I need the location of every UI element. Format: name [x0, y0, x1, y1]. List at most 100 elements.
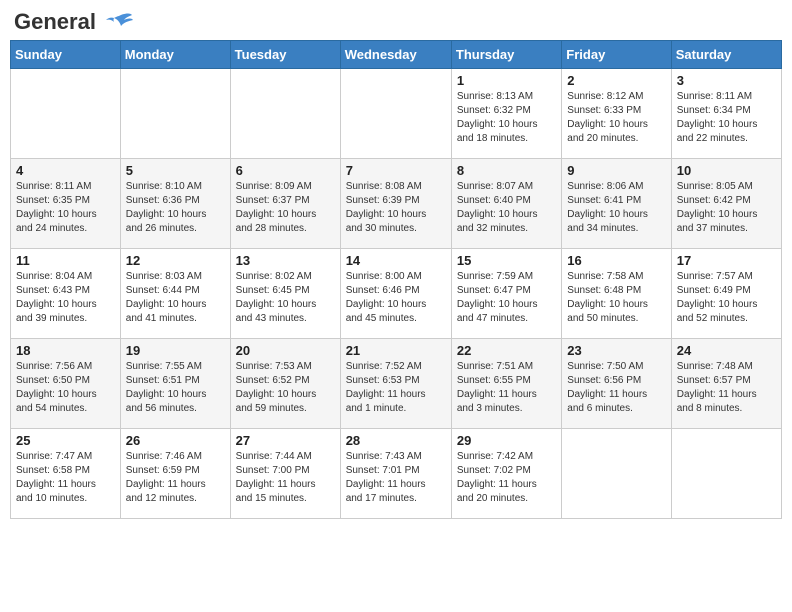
day-number: 15 — [457, 253, 556, 268]
day-info: Sunrise: 7:56 AM Sunset: 6:50 PM Dayligh… — [16, 360, 115, 416]
day-number: 2 — [567, 73, 665, 88]
day-number: 25 — [16, 433, 115, 448]
calendar-week-1: 1 Sunrise: 8:13 AM Sunset: 6:32 PM Daylig… — [11, 69, 782, 159]
day-number: 11 — [16, 253, 115, 268]
day-number: 29 — [457, 433, 556, 448]
calendar-cell: 27 Sunrise: 7:44 AM Sunset: 7:00 PM Dayli… — [230, 429, 340, 519]
day-number: 4 — [16, 163, 115, 178]
day-number: 26 — [126, 433, 225, 448]
day-info: Sunrise: 7:51 AM Sunset: 6:55 PM Dayligh… — [457, 360, 556, 416]
calendar-cell: 23 Sunrise: 7:50 AM Sunset: 6:56 PM Dayli… — [562, 339, 671, 429]
day-number: 24 — [677, 343, 776, 358]
day-info: Sunrise: 7:48 AM Sunset: 6:57 PM Dayligh… — [677, 360, 776, 416]
calendar-cell: 25 Sunrise: 7:47 AM Sunset: 6:58 PM Dayli… — [11, 429, 121, 519]
calendar-cell: 19 Sunrise: 7:55 AM Sunset: 6:51 PM Dayli… — [120, 339, 230, 429]
calendar-cell: 21 Sunrise: 7:52 AM Sunset: 6:53 PM Dayli… — [340, 339, 451, 429]
day-number: 18 — [16, 343, 115, 358]
calendar-cell: 26 Sunrise: 7:46 AM Sunset: 6:59 PM Dayli… — [120, 429, 230, 519]
day-number: 21 — [346, 343, 446, 358]
day-number: 6 — [236, 163, 335, 178]
weekday-header-thursday: Thursday — [451, 41, 561, 69]
day-number: 27 — [236, 433, 335, 448]
weekday-header-saturday: Saturday — [671, 41, 781, 69]
day-number: 12 — [126, 253, 225, 268]
day-info: Sunrise: 7:50 AM Sunset: 6:56 PM Dayligh… — [567, 360, 665, 416]
day-number: 3 — [677, 73, 776, 88]
day-info: Sunrise: 8:13 AM Sunset: 6:32 PM Dayligh… — [457, 90, 556, 146]
day-info: Sunrise: 8:00 AM Sunset: 6:46 PM Dayligh… — [346, 270, 446, 326]
day-info: Sunrise: 7:42 AM Sunset: 7:02 PM Dayligh… — [457, 450, 556, 506]
calendar-cell: 14 Sunrise: 8:00 AM Sunset: 6:46 PM Dayli… — [340, 249, 451, 339]
calendar-cell: 3 Sunrise: 8:11 AM Sunset: 6:34 PM Daylig… — [671, 69, 781, 159]
day-number: 13 — [236, 253, 335, 268]
calendar-week-3: 11 Sunrise: 8:04 AM Sunset: 6:43 PM Dayli… — [11, 249, 782, 339]
calendar-week-5: 25 Sunrise: 7:47 AM Sunset: 6:58 PM Dayli… — [11, 429, 782, 519]
day-info: Sunrise: 8:02 AM Sunset: 6:45 PM Dayligh… — [236, 270, 335, 326]
calendar-cell — [562, 429, 671, 519]
calendar-cell: 2 Sunrise: 8:12 AM Sunset: 6:33 PM Daylig… — [562, 69, 671, 159]
calendar-cell — [671, 429, 781, 519]
page-header: General — [10, 10, 782, 32]
calendar-cell: 24 Sunrise: 7:48 AM Sunset: 6:57 PM Dayli… — [671, 339, 781, 429]
weekday-header-friday: Friday — [562, 41, 671, 69]
day-info: Sunrise: 8:03 AM Sunset: 6:44 PM Dayligh… — [126, 270, 225, 326]
day-number: 8 — [457, 163, 556, 178]
calendar-cell: 9Sunrise: 8:06 AM Sunset: 6:41 PM Daylig… — [562, 159, 671, 249]
logo: General — [14, 10, 134, 32]
calendar-cell: 7 Sunrise: 8:08 AM Sunset: 6:39 PM Daylig… — [340, 159, 451, 249]
calendar-table: SundayMondayTuesdayWednesdayThursdayFrid… — [10, 40, 782, 519]
weekday-header-monday: Monday — [120, 41, 230, 69]
day-number: 5 — [126, 163, 225, 178]
day-number: 23 — [567, 343, 665, 358]
day-info: Sunrise: 8:07 AM Sunset: 6:40 PM Dayligh… — [457, 180, 556, 236]
calendar-cell: 1 Sunrise: 8:13 AM Sunset: 6:32 PM Daylig… — [451, 69, 561, 159]
day-number: 16 — [567, 253, 665, 268]
day-info: Sunrise: 8:09 AM Sunset: 6:37 PM Dayligh… — [236, 180, 335, 236]
calendar-cell: 8 Sunrise: 8:07 AM Sunset: 6:40 PM Daylig… — [451, 159, 561, 249]
calendar-cell: 13 Sunrise: 8:02 AM Sunset: 6:45 PM Dayli… — [230, 249, 340, 339]
calendar-cell: 16 Sunrise: 7:58 AM Sunset: 6:48 PM Dayli… — [562, 249, 671, 339]
day-info: Sunrise: 7:55 AM Sunset: 6:51 PM Dayligh… — [126, 360, 225, 416]
calendar-cell: 12 Sunrise: 8:03 AM Sunset: 6:44 PM Dayli… — [120, 249, 230, 339]
calendar-cell: 28 Sunrise: 7:43 AM Sunset: 7:01 PM Dayli… — [340, 429, 451, 519]
day-number: 7 — [346, 163, 446, 178]
day-info: Sunrise: 8:10 AM Sunset: 6:36 PM Dayligh… — [126, 180, 225, 236]
day-number: 14 — [346, 253, 446, 268]
day-info: Sunrise: 7:53 AM Sunset: 6:52 PM Dayligh… — [236, 360, 335, 416]
calendar-week-4: 18 Sunrise: 7:56 AM Sunset: 6:50 PM Dayli… — [11, 339, 782, 429]
day-info: Sunrise: 8:04 AM Sunset: 6:43 PM Dayligh… — [16, 270, 115, 326]
calendar-cell: 5 Sunrise: 8:10 AM Sunset: 6:36 PM Daylig… — [120, 159, 230, 249]
calendar-cell: 20 Sunrise: 7:53 AM Sunset: 6:52 PM Dayli… — [230, 339, 340, 429]
calendar-cell: 4Sunrise: 8:11 AM Sunset: 6:35 PM Daylig… — [11, 159, 121, 249]
day-info: Sunrise: 7:46 AM Sunset: 6:59 PM Dayligh… — [126, 450, 225, 506]
calendar-cell: 11 Sunrise: 8:04 AM Sunset: 6:43 PM Dayli… — [11, 249, 121, 339]
day-info: Sunrise: 8:08 AM Sunset: 6:39 PM Dayligh… — [346, 180, 446, 236]
day-number: 20 — [236, 343, 335, 358]
logo-bird-icon — [104, 12, 134, 34]
weekday-header-sunday: Sunday — [11, 41, 121, 69]
day-info: Sunrise: 7:52 AM Sunset: 6:53 PM Dayligh… — [346, 360, 446, 416]
weekday-header-wednesday: Wednesday — [340, 41, 451, 69]
calendar-cell: 15Sunrise: 7:59 AM Sunset: 6:47 PM Dayli… — [451, 249, 561, 339]
day-info: Sunrise: 7:57 AM Sunset: 6:49 PM Dayligh… — [677, 270, 776, 326]
day-number: 10 — [677, 163, 776, 178]
calendar-cell: 6 Sunrise: 8:09 AM Sunset: 6:37 PM Daylig… — [230, 159, 340, 249]
day-info: Sunrise: 8:11 AM Sunset: 6:34 PM Dayligh… — [677, 90, 776, 146]
day-info: Sunrise: 7:43 AM Sunset: 7:01 PM Dayligh… — [346, 450, 446, 506]
day-info: Sunrise: 8:06 AM Sunset: 6:41 PM Dayligh… — [567, 180, 665, 236]
day-number: 1 — [457, 73, 556, 88]
day-number: 19 — [126, 343, 225, 358]
day-info: Sunrise: 7:47 AM Sunset: 6:58 PM Dayligh… — [16, 450, 115, 506]
day-number: 28 — [346, 433, 446, 448]
calendar-cell: 18 Sunrise: 7:56 AM Sunset: 6:50 PM Dayli… — [11, 339, 121, 429]
calendar-cell — [11, 69, 121, 159]
day-info: Sunrise: 8:12 AM Sunset: 6:33 PM Dayligh… — [567, 90, 665, 146]
calendar-cell: 22Sunrise: 7:51 AM Sunset: 6:55 PM Dayli… — [451, 339, 561, 429]
calendar-cell: 17Sunrise: 7:57 AM Sunset: 6:49 PM Dayli… — [671, 249, 781, 339]
day-info: Sunrise: 7:44 AM Sunset: 7:00 PM Dayligh… — [236, 450, 335, 506]
calendar-cell: 10Sunrise: 8:05 AM Sunset: 6:42 PM Dayli… — [671, 159, 781, 249]
calendar-week-2: 4Sunrise: 8:11 AM Sunset: 6:35 PM Daylig… — [11, 159, 782, 249]
logo-text: General — [14, 10, 134, 34]
calendar-cell — [230, 69, 340, 159]
day-info: Sunrise: 7:58 AM Sunset: 6:48 PM Dayligh… — [567, 270, 665, 326]
